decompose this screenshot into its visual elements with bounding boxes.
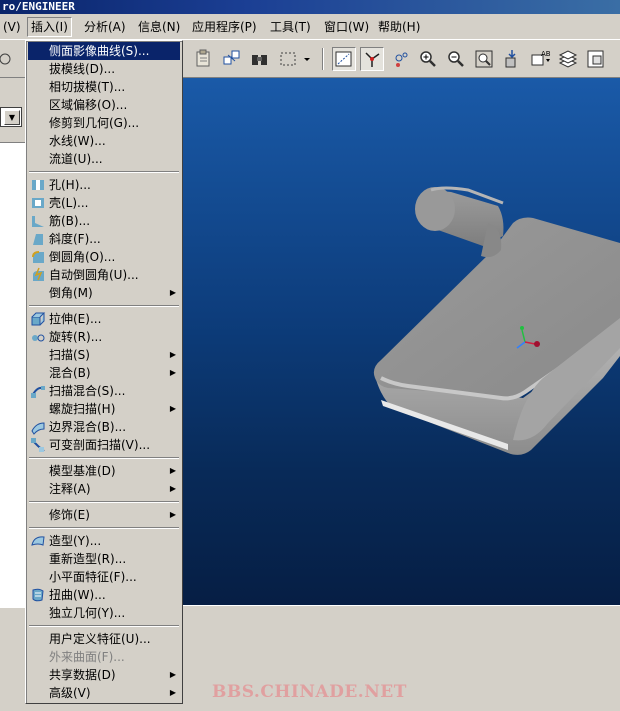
- menu-item-helical-sweep[interactable]: 螺旋扫描(H) ▶: [28, 400, 180, 418]
- swept-blend-icon: [30, 383, 46, 399]
- refit-icon[interactable]: [472, 47, 496, 71]
- menu-item-facet-feature[interactable]: 小平面特征(F)...: [28, 568, 180, 586]
- menu-info[interactable]: 信息(N): [135, 17, 183, 37]
- menu-item-draft[interactable]: 斜度(F)...: [28, 230, 180, 248]
- app-window: ro/ENGINEER (V) 插入(I) 分析(A) 信息(N) 应用程序(P…: [0, 0, 620, 711]
- warp-icon: [30, 587, 46, 603]
- menu-item-boundary-blend[interactable]: 边界混合(B)...: [28, 418, 180, 436]
- submenu-arrow-icon: ▶: [169, 510, 176, 519]
- menu-help[interactable]: 帮助(H): [375, 17, 423, 37]
- insert-menu: 侧面影像曲线(S)... 拔模线(D)... 相切拔模(T)... 区域偏移(O…: [25, 40, 183, 704]
- menu-insert[interactable]: 插入(I): [27, 17, 72, 37]
- menu-view[interactable]: (V): [0, 17, 24, 37]
- menu-separator: [29, 501, 179, 503]
- datum-axis-toggle-icon[interactable]: [360, 47, 384, 71]
- menu-item-hole[interactable]: 孔(H)...: [28, 176, 180, 194]
- menu-item-advanced[interactable]: 高级(V) ▶: [28, 684, 180, 702]
- menu-item-extrude[interactable]: 拉伸(E)...: [28, 310, 180, 328]
- submenu-arrow-icon: ▶: [169, 350, 176, 359]
- model-tree-icon[interactable]: [584, 47, 608, 71]
- submenu-arrow-icon: ▶: [169, 404, 176, 413]
- menu-item-cosmetic[interactable]: 修饰(E) ▶: [28, 506, 180, 524]
- menu-item-style[interactable]: 造型(Y)...: [28, 532, 180, 550]
- layers-icon[interactable]: [556, 47, 580, 71]
- auto-round-icon: [30, 267, 46, 283]
- submenu-arrow-icon: ▶: [169, 368, 176, 377]
- menu-item-swept-blend[interactable]: 扫描混合(S)...: [28, 382, 180, 400]
- menu-separator: [29, 625, 179, 627]
- menu-window[interactable]: 窗口(W): [321, 17, 372, 37]
- style-icon: [30, 533, 46, 549]
- submenu-arrow-icon: ▶: [169, 670, 176, 679]
- menu-item-foreign-surface: 外来曲面(F)...: [49, 650, 125, 664]
- menu-item-area-offset[interactable]: 区域偏移(O)...: [28, 96, 180, 114]
- menu-item-runner[interactable]: 流道(U)...: [28, 150, 180, 168]
- submenu-arrow-icon: ▶: [169, 688, 176, 697]
- submenu-arrow-icon: ▶: [169, 466, 176, 475]
- menu-item-model-datum[interactable]: 模型基准(D) ▶: [28, 462, 180, 480]
- menu-item-parting-line[interactable]: 拔模线(D)...: [28, 60, 180, 78]
- hole-icon: [30, 177, 46, 193]
- submenu-arrow-icon: ▶: [169, 484, 176, 493]
- window-title: ro/ENGINEER: [0, 0, 620, 14]
- menu-item-water-line[interactable]: 水线(W)...: [28, 132, 180, 150]
- select-box-icon[interactable]: [276, 47, 300, 71]
- model-render: [373, 186, 620, 455]
- view-orient-icon[interactable]: [332, 47, 356, 71]
- menu-item-user-defined-feature[interactable]: 用户定义特征(U)...: [28, 630, 180, 648]
- model-tree-list[interactable]: [0, 142, 26, 608]
- boundary-blend-icon: [30, 419, 46, 435]
- menu-item-silhouette-curve[interactable]: 侧面影像曲线(S)...: [28, 42, 180, 60]
- menu-item-independent-geometry[interactable]: 独立几何(Y)...: [28, 604, 180, 622]
- find-icon[interactable]: [248, 47, 272, 71]
- menu-separator: [29, 527, 179, 529]
- rib-icon: [30, 213, 46, 229]
- menu-separator: [29, 305, 179, 307]
- menu-item-blend[interactable]: 混合(B) ▶: [28, 364, 180, 382]
- menu-item-revolve[interactable]: 旋转(R)...: [28, 328, 180, 346]
- zoom-out-icon[interactable]: [444, 47, 468, 71]
- menu-item-round[interactable]: 倒圆角(O)...: [28, 248, 180, 266]
- paste-icon[interactable]: [192, 47, 216, 71]
- watermark: BBS.CHINADE.NET: [212, 682, 407, 702]
- submenu-arrow-icon: ▶: [169, 288, 176, 297]
- graphics-viewport[interactable]: [183, 78, 620, 605]
- variable-section-sweep-icon: [30, 437, 46, 453]
- annotation-icon[interactable]: AB: [528, 47, 554, 71]
- svg-text:AB: AB: [541, 50, 551, 58]
- shell-icon: [30, 195, 46, 211]
- menu-bar: (V) 插入(I) 分析(A) 信息(N) 应用程序(P) 工具(T) 窗口(W…: [0, 14, 620, 40]
- menu-separator: [29, 171, 179, 173]
- menu-item-annotation[interactable]: 注释(A) ▶: [28, 480, 180, 498]
- navigator-dropdown[interactable]: ▼: [0, 107, 22, 127]
- toolbar-separator: [322, 48, 324, 70]
- menu-item-chamfer[interactable]: 倒角(M) ▶: [28, 284, 180, 302]
- menu-item-restyle[interactable]: 重新造型(R)...: [28, 550, 180, 568]
- menu-item-sweep[interactable]: 扫描(S) ▶: [28, 346, 180, 364]
- menu-applications[interactable]: 应用程序(P): [189, 17, 260, 37]
- revolve-icon: [30, 329, 46, 345]
- datum-points-icon[interactable]: [500, 47, 524, 71]
- menu-item-warp[interactable]: 扭曲(W)...: [28, 586, 180, 604]
- menu-item-rib[interactable]: 筋(B)...: [28, 212, 180, 230]
- chevron-down-icon[interactable]: [300, 47, 314, 71]
- menu-tools[interactable]: 工具(T): [267, 17, 314, 37]
- menu-item-auto-round[interactable]: 自动倒圆角(U)...: [28, 266, 180, 284]
- menu-item-variable-section-sweep[interactable]: 可变剖面扫描(V)...: [28, 436, 180, 454]
- menu-item-shared-data[interactable]: 共享数据(D) ▶: [28, 666, 180, 684]
- chevron-down-icon[interactable]: ▼: [4, 110, 20, 125]
- draft-icon: [30, 231, 46, 247]
- extrude-icon: [30, 311, 46, 327]
- round-icon: [30, 249, 46, 265]
- menu-item-trim-to-geometry[interactable]: 修剪到几何(G)...: [28, 114, 180, 132]
- menu-separator: [29, 457, 179, 459]
- menu-item-tangent-draft[interactable]: 相切拔模(T)...: [28, 78, 180, 96]
- menu-analysis[interactable]: 分析(A): [81, 17, 129, 37]
- zoom-in-icon[interactable]: [416, 47, 440, 71]
- partial-tool-icon[interactable]: [0, 47, 20, 71]
- copy-icon[interactable]: [220, 47, 244, 71]
- model-cylinder-cap: [415, 187, 455, 231]
- spin-center-icon[interactable]: [388, 47, 412, 71]
- menu-item-shell[interactable]: 壳(L)...: [28, 194, 180, 212]
